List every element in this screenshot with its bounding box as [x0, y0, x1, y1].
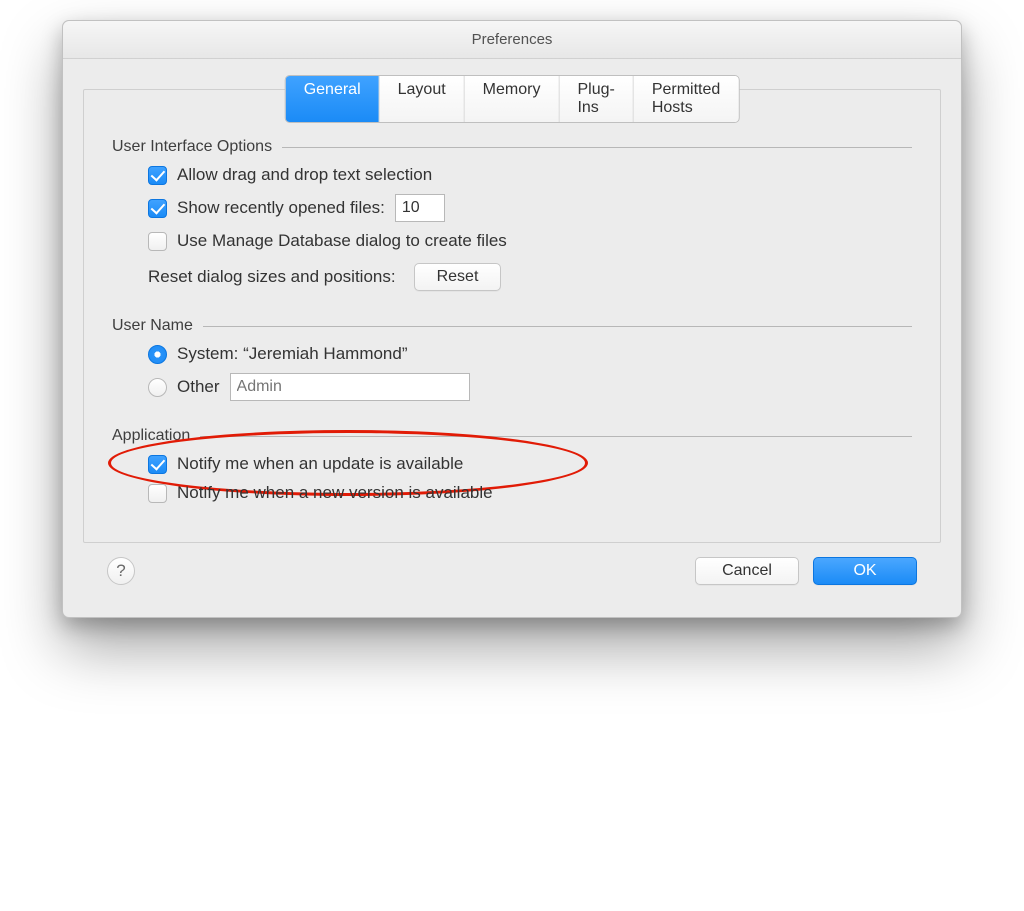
notify-update-label: Notify me when an update is available [177, 454, 463, 474]
username-system-radio[interactable] [148, 345, 167, 364]
allow-drag-checkbox[interactable] [148, 166, 167, 185]
notify-version-checkbox[interactable] [148, 484, 167, 503]
tab-layout[interactable]: Layout [380, 76, 465, 122]
cancel-button[interactable]: Cancel [695, 557, 799, 585]
use-manage-db-checkbox[interactable] [148, 232, 167, 251]
username-other-input[interactable] [230, 373, 470, 401]
notify-version-label: Notify me when a new version is availabl… [177, 483, 493, 503]
help-button[interactable]: ? [107, 557, 135, 585]
username-system-label: System: “Jeremiah Hammond” [177, 344, 408, 364]
show-recent-checkbox[interactable] [148, 199, 167, 218]
preferences-panel: General Layout Memory Plug-Ins Permitted… [83, 89, 941, 543]
preferences-tabs: General Layout Memory Plug-Ins Permitted… [285, 75, 740, 123]
tab-plugins[interactable]: Plug-Ins [559, 76, 633, 122]
section-heading-application: Application [112, 427, 912, 445]
section-heading-username: User Name [112, 317, 912, 335]
tab-memory[interactable]: Memory [465, 76, 560, 122]
use-manage-db-label: Use Manage Database dialog to create fil… [177, 231, 507, 251]
username-other-label: Other [177, 377, 220, 397]
window-title: Preferences [472, 31, 553, 48]
tab-permitted-hosts[interactable]: Permitted Hosts [634, 76, 738, 122]
reset-dialog-label: Reset dialog sizes and positions: [148, 267, 396, 287]
notify-update-checkbox[interactable] [148, 455, 167, 474]
ok-button[interactable]: OK [813, 557, 917, 585]
username-other-radio[interactable] [148, 378, 167, 397]
section-heading-ui: User Interface Options [112, 138, 912, 156]
preferences-window: Preferences General Layout Memory Plug-I… [62, 20, 962, 618]
tab-general[interactable]: General [286, 76, 380, 122]
allow-drag-label: Allow drag and drop text selection [177, 165, 432, 185]
help-icon: ? [116, 561, 125, 581]
show-recent-label: Show recently opened files: [177, 198, 385, 218]
reset-button[interactable]: Reset [414, 263, 502, 291]
window-titlebar: Preferences [63, 21, 961, 59]
dialog-footer: ? Cancel OK [83, 543, 941, 585]
recent-files-input[interactable] [395, 194, 445, 222]
